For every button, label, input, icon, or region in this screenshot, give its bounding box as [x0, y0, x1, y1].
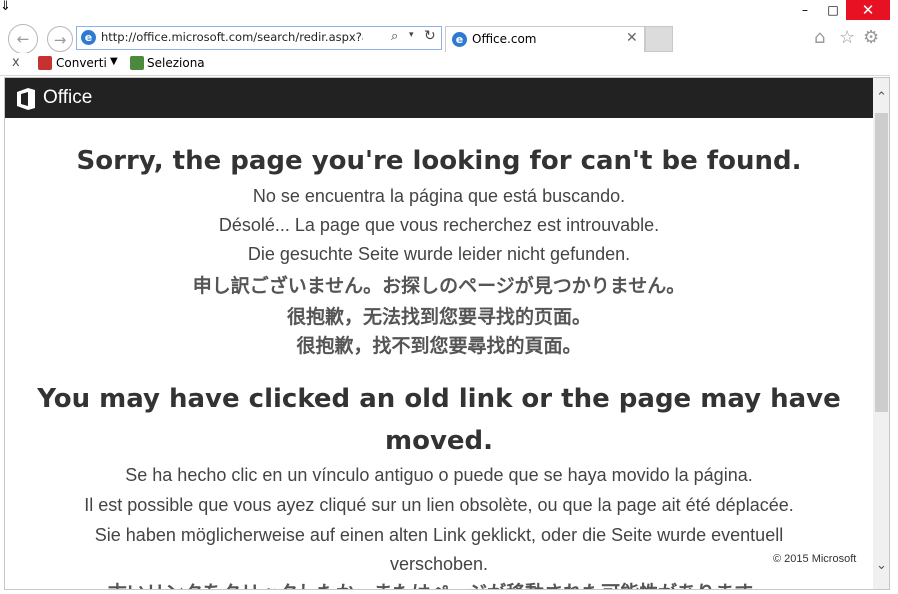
pdf-convert-icon[interactable]: [38, 56, 52, 70]
scroll-down-icon[interactable]: ⌄: [873, 558, 889, 573]
old-link-heading-line1: You may have clicked an old link or the …: [37, 384, 841, 414]
select-button[interactable]: Seleziona: [147, 56, 205, 70]
office-header: Office: [5, 78, 873, 118]
ie-page-icon: e: [81, 30, 96, 45]
old-link-heading-line2: moved.: [384, 426, 494, 456]
close-window-button[interactable]: ✕: [846, 0, 890, 20]
minimize-button[interactable]: –: [790, 0, 820, 20]
settings-gear-icon[interactable]: ⚙: [863, 27, 879, 48]
command-bar-close-icon[interactable]: x: [12, 55, 20, 70]
favorites-star-icon[interactable]: ☆: [839, 27, 855, 48]
address-url[interactable]: http://office.microsoft.com/search/redir…: [101, 30, 363, 44]
new-tab-button[interactable]: [645, 26, 673, 52]
old-link-es: Se ha hecho clic en un vínculo antiguo o…: [125, 465, 753, 485]
not-found-es: No se encuentra la página que está busca…: [252, 186, 626, 206]
select-icon[interactable]: [130, 56, 144, 70]
convert-button[interactable]: Converti: [56, 56, 107, 70]
tab-close-icon[interactable]: ✕: [626, 30, 638, 46]
maximize-button[interactable]: □: [818, 0, 848, 20]
title-bar: ⇓ – □ ✕: [0, 0, 898, 22]
convert-dropdown-icon[interactable]: ▼: [110, 56, 118, 67]
ie-tab-icon: e: [452, 32, 467, 47]
tab-title: Office.com: [472, 32, 537, 46]
old-link-de-line2: verschoben.: [389, 554, 489, 574]
scroll-up-icon[interactable]: ⌃: [873, 90, 889, 105]
refresh-icon[interactable]: ↻: [424, 28, 436, 44]
page-viewport: Office Sorry, the page you're looking fo…: [4, 77, 890, 590]
office-logo-icon[interactable]: [16, 88, 36, 110]
not-found-de: Die gesuchte Seite wurde leider nicht ge…: [247, 244, 631, 264]
vertical-scrollbar[interactable]: ⌃ ⌄: [873, 78, 889, 589]
copyright-text: © 2015 Microsoft: [773, 553, 857, 565]
not-found-zh-cn: 很抱歉，无法找到您要寻找的页面。: [286, 306, 591, 328]
address-dropdown-icon[interactable]: ▾: [409, 30, 414, 40]
office-brand[interactable]: Office: [43, 87, 92, 109]
scroll-thumb[interactable]: [875, 113, 888, 412]
old-link-fr: Il est possible que vous ayez cliqué sur…: [84, 495, 794, 515]
home-icon[interactable]: ⌂: [814, 27, 825, 48]
old-link-de-line1: Sie haben möglicherweise auf einen alten…: [94, 525, 784, 545]
address-bar[interactable]: e http://office.microsoft.com/search/red…: [76, 26, 442, 50]
search-icon[interactable]: ⌕: [391, 29, 398, 44]
old-link-ja: 古いリンクをクリックしたか、またはページが移動された可能性があります。: [5, 578, 873, 589]
not-found-fr: Désolé... La page que vous recherchez es…: [218, 215, 660, 235]
browser-tab[interactable]: e Office.com ✕: [445, 26, 645, 52]
forward-button[interactable]: →: [47, 26, 73, 52]
not-found-zh-tw: 很抱歉，找不到您要尋找的頁面。: [296, 335, 582, 357]
not-found-ja: 申し訳ございません。お探しのページが見つかりません。: [192, 275, 686, 297]
not-found-heading: Sorry, the page you're looking for can't…: [76, 146, 802, 176]
back-button[interactable]: ←: [8, 24, 38, 54]
download-arrow-icon: ⇓: [0, 0, 11, 14]
command-bar: x Converti ▼ Seleziona: [0, 53, 890, 76]
